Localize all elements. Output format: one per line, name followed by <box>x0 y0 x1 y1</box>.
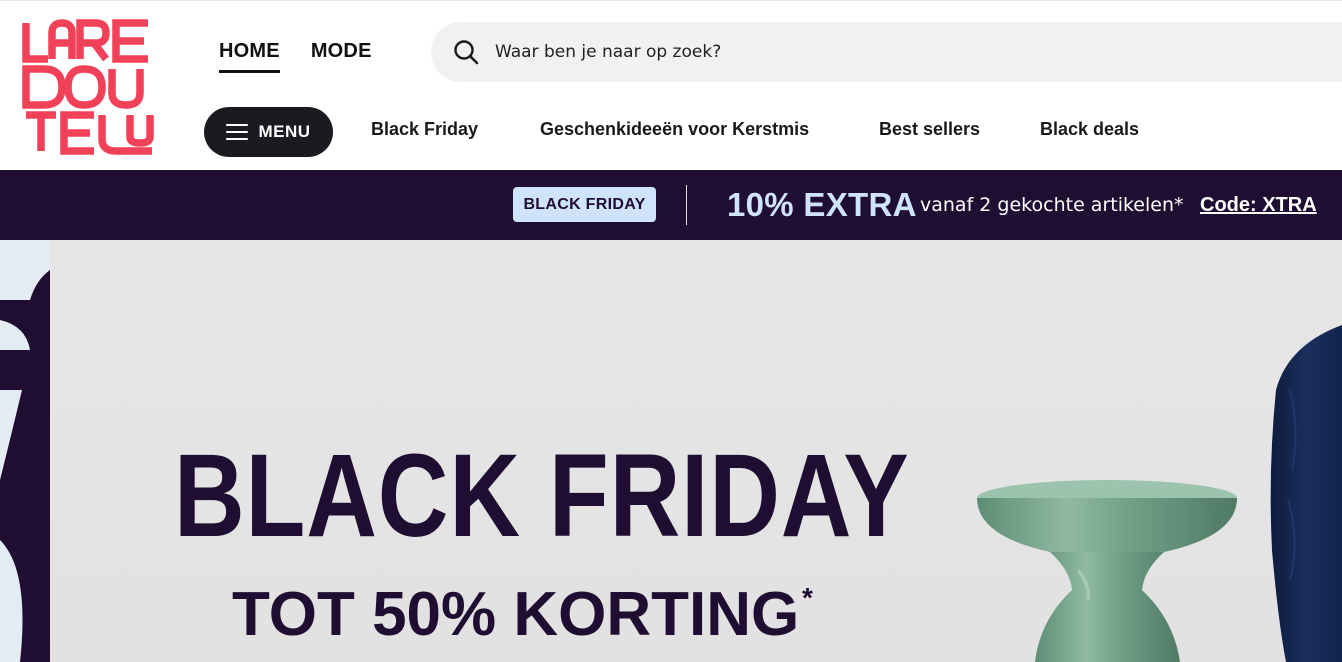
search-input[interactable] <box>495 42 1095 62</box>
search-bar[interactable] <box>431 22 1342 82</box>
promo-code-link[interactable]: Code: XTRA <box>1200 193 1317 217</box>
nav-home-link[interactable]: HOME <box>219 37 280 73</box>
nav-christmas-gifts-link[interactable]: Geschenkideeën voor Kerstmis <box>540 119 809 140</box>
nav-best-sellers-link[interactable]: Best sellers <box>879 119 980 140</box>
promo-divider <box>686 185 687 225</box>
la-redoute-logo[interactable] <box>22 19 156 155</box>
nav-mode-link[interactable]: MODE <box>311 37 372 73</box>
primary-nav: HOME MODE <box>219 37 372 73</box>
menu-button-label: MENU <box>258 122 311 141</box>
logo-mark <box>22 19 154 155</box>
search-icon[interactable] <box>453 39 479 65</box>
hero-asterisk: * <box>802 582 813 613</box>
promo-badge: BLACK FRIDAY <box>513 187 656 222</box>
promo-bar: BLACK FRIDAY 10% EXTRA vanaf 2 gekochte … <box>0 170 1342 240</box>
hero-subtitle: TOT 50% KORTING <box>232 580 800 649</box>
promo-extra-discount: 10% EXTRA <box>727 186 917 223</box>
hero-banner[interactable]: BLACK FRIDAY TOT 50% KORTING * <box>0 240 1342 662</box>
site-header: HOME MODE MENU Black Friday Geschenkidee… <box>0 0 1342 170</box>
nav-black-deals-link[interactable]: Black deals <box>1040 119 1139 140</box>
promo-condition-text: vanaf 2 gekochte artikelen* <box>920 194 1184 216</box>
menu-button[interactable]: MENU <box>204 107 333 157</box>
nav-black-friday-link[interactable]: Black Friday <box>371 119 478 140</box>
hamburger-icon <box>226 124 249 140</box>
hero-title: BLACK FRIDAY <box>174 430 910 562</box>
hero-side-decoration <box>0 240 50 662</box>
